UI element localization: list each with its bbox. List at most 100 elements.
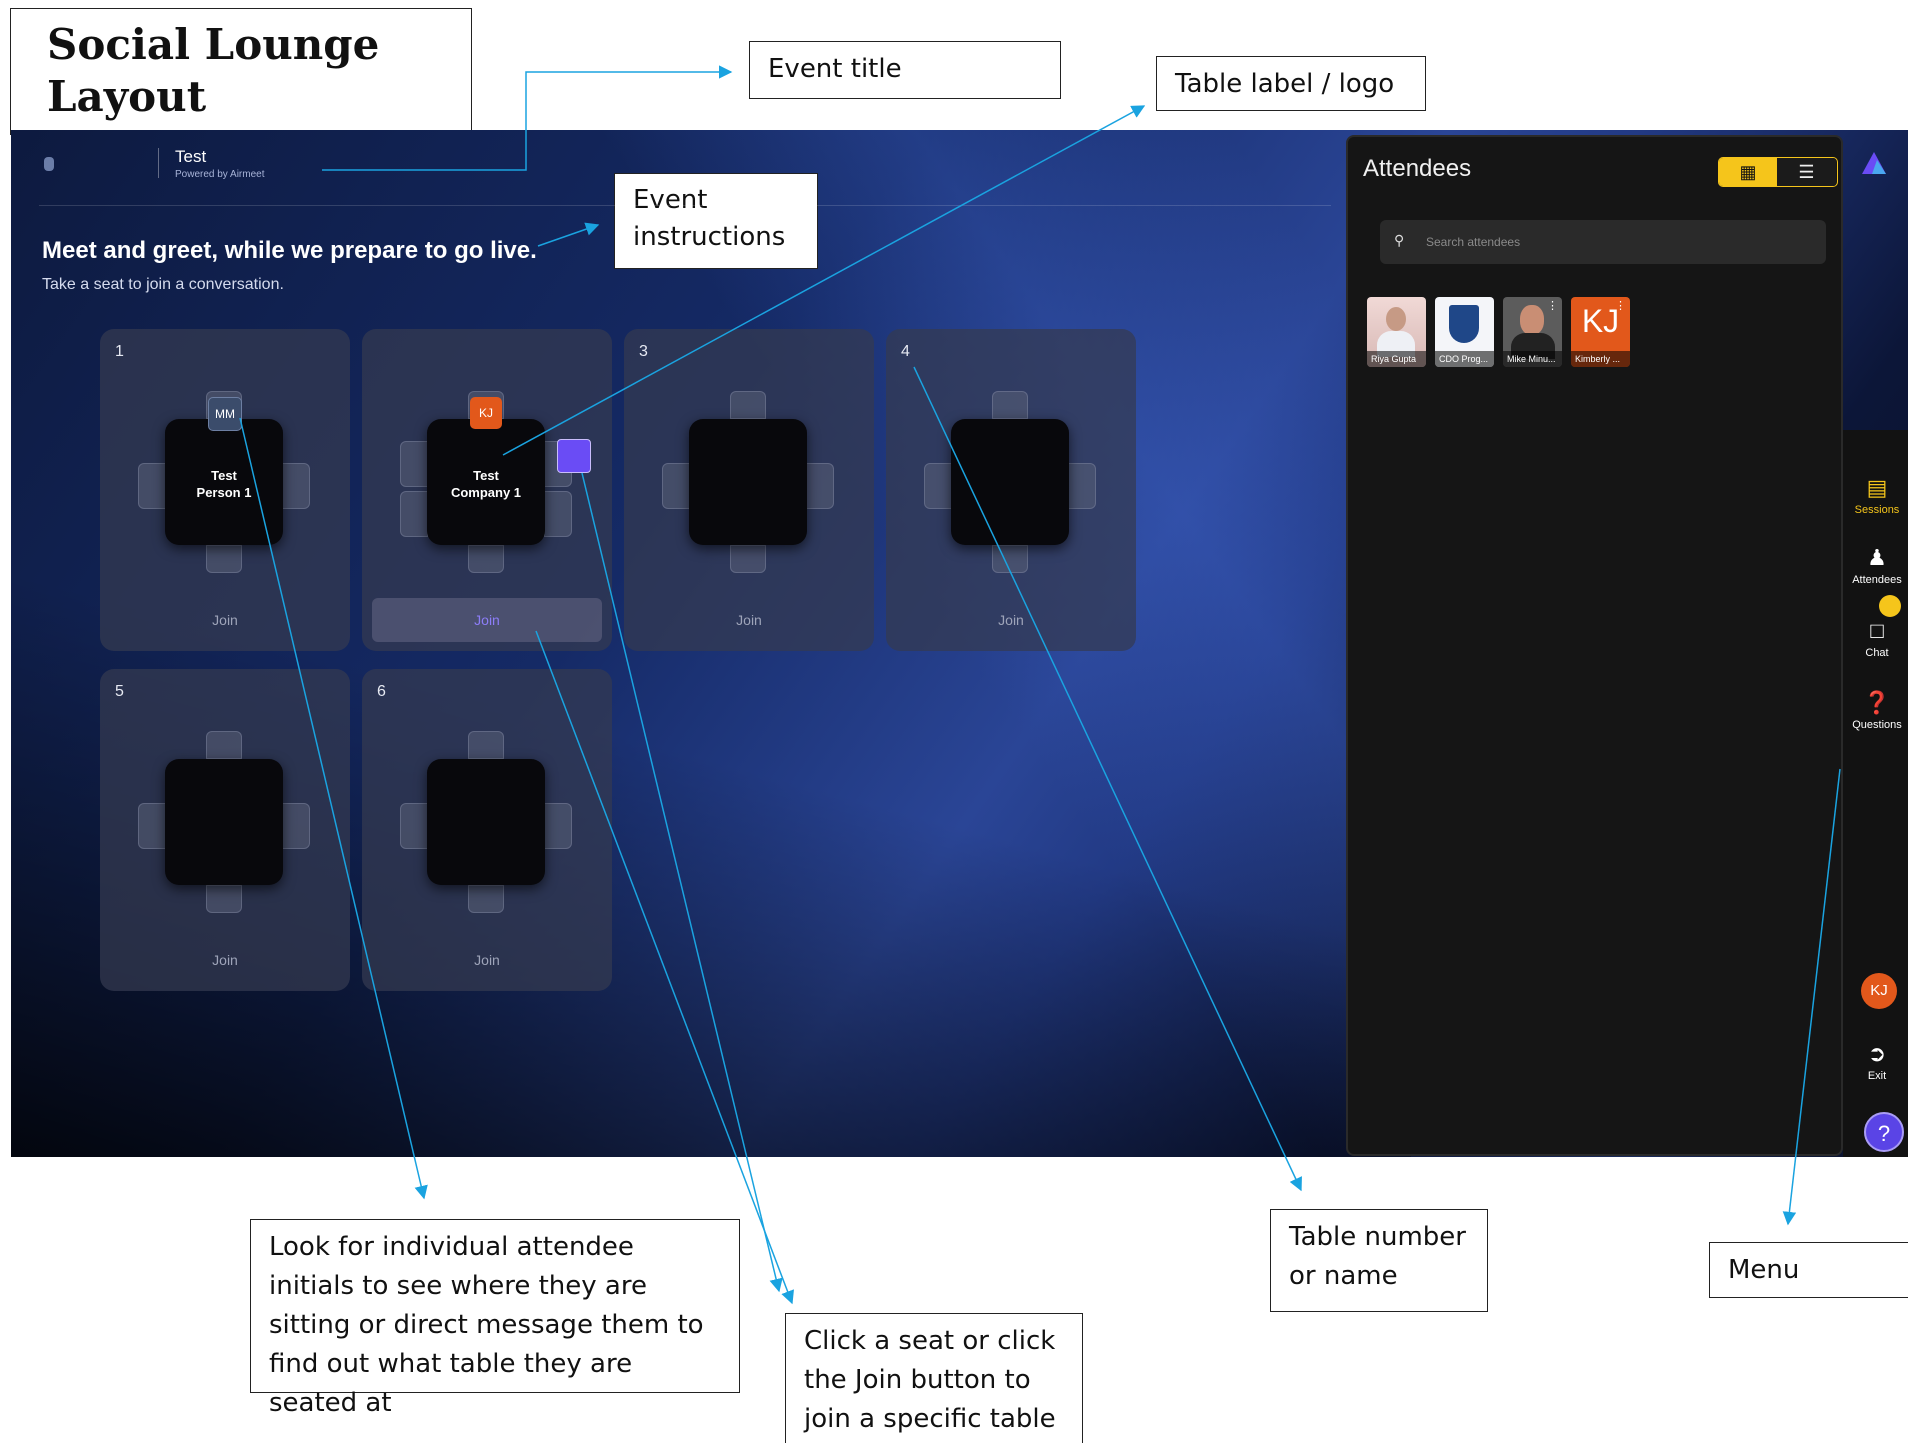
seat-top[interactable] bbox=[468, 731, 504, 759]
seat-left[interactable] bbox=[662, 463, 690, 509]
seat-top[interactable] bbox=[992, 391, 1028, 419]
seat-left-upper[interactable] bbox=[400, 441, 428, 487]
seat-bottom[interactable] bbox=[992, 545, 1028, 573]
table-surface: Test Company 1 bbox=[427, 419, 545, 545]
more-options-icon[interactable]: ⋮ bbox=[1615, 301, 1626, 312]
table-number: 5 bbox=[115, 683, 124, 700]
attendee-name: Kimberly ... bbox=[1571, 351, 1630, 367]
view-toggle[interactable]: ▦ ☰ bbox=[1718, 157, 1838, 187]
table-number: 3 bbox=[639, 343, 648, 360]
shield-logo-icon bbox=[1449, 305, 1479, 343]
table-card-5[interactable]: 5 Join bbox=[100, 669, 350, 991]
menu-item-sessions[interactable]: ▤ Sessions bbox=[1846, 475, 1908, 517]
table-surface bbox=[689, 419, 807, 545]
table-surface: Test Person 1 bbox=[165, 419, 283, 545]
attendees-panel-title: Attendees bbox=[1363, 155, 1472, 182]
airmeet-logo-icon bbox=[1862, 152, 1886, 174]
seat-left[interactable] bbox=[138, 803, 166, 849]
join-button[interactable]: Join bbox=[634, 598, 864, 642]
help-button[interactable]: ? bbox=[1864, 1112, 1904, 1152]
grid-view-icon[interactable]: ▦ bbox=[1719, 158, 1777, 186]
attendee-photo bbox=[1386, 307, 1406, 331]
join-button[interactable]: Join bbox=[896, 598, 1126, 642]
event-name: Test bbox=[175, 147, 207, 166]
exit-button[interactable]: ➲ Exit bbox=[1846, 1041, 1908, 1083]
user-avatar[interactable]: KJ bbox=[1861, 973, 1897, 1009]
seat-left[interactable] bbox=[138, 463, 166, 509]
seat-bottom[interactable] bbox=[730, 545, 766, 573]
seat-bottom[interactable] bbox=[468, 545, 504, 573]
table-card-3[interactable]: 3 Join bbox=[624, 329, 874, 651]
seat-top[interactable] bbox=[730, 391, 766, 419]
table-card-4[interactable]: 4 Join bbox=[886, 329, 1136, 651]
table-number: 6 bbox=[377, 683, 386, 700]
table-label: Test Person 1 bbox=[196, 468, 252, 500]
table-surface bbox=[951, 419, 1069, 545]
table-card-1[interactable]: 1 Test Person 1 MM Join bbox=[100, 329, 350, 651]
attendees-icon: ♟ bbox=[1867, 545, 1887, 570]
table-surface bbox=[165, 759, 283, 885]
seat-bottom[interactable] bbox=[206, 545, 242, 573]
table-surface bbox=[427, 759, 545, 885]
seat-right[interactable] bbox=[1068, 463, 1096, 509]
menu-item-attendees[interactable]: ♟ Attendees bbox=[1846, 545, 1908, 587]
event-logo-icon bbox=[44, 157, 54, 171]
attendee-tile[interactable]: ⋮ Mike Minu... bbox=[1503, 297, 1562, 367]
annotation-menu: Menu bbox=[1709, 1242, 1908, 1298]
exit-label: Exit bbox=[1867, 1070, 1887, 1082]
annotation-table-number-note: Table number or name bbox=[1270, 1209, 1488, 1312]
search-placeholder: Search attendees bbox=[1426, 235, 1521, 249]
attendee-name: Mike Minu... bbox=[1503, 351, 1562, 367]
menu-label: Questions bbox=[1852, 719, 1902, 731]
seat-bottom[interactable] bbox=[206, 885, 242, 913]
attendees-panel: Attendees ▦ ☰ ⚲ Search attendees Riya Gu… bbox=[1346, 135, 1843, 1156]
attendee-name: CDO Prog... bbox=[1435, 351, 1494, 367]
table-card-6[interactable]: 6 Join bbox=[362, 669, 612, 991]
seated-attendee-avatar[interactable]: KJ bbox=[470, 397, 502, 429]
seat-left-lower[interactable] bbox=[400, 491, 428, 537]
annotation-initials-note: Look for individual attendee initials to… bbox=[250, 1219, 740, 1418]
attendee-tile[interactable]: Riya Gupta bbox=[1367, 297, 1426, 367]
search-icon: ⚲ bbox=[1394, 232, 1405, 248]
seat-right[interactable] bbox=[806, 463, 834, 509]
join-button[interactable]: Join bbox=[372, 598, 602, 642]
header-divider bbox=[158, 148, 159, 178]
seated-attendee-avatar[interactable]: MM bbox=[208, 397, 242, 431]
attendee-tile[interactable]: KJ ⋮ Kimberly ... bbox=[1571, 297, 1630, 367]
chat-notification-badge bbox=[1879, 595, 1901, 617]
seat-right[interactable] bbox=[282, 463, 310, 509]
seat-top[interactable] bbox=[206, 731, 242, 759]
seat-right[interactable] bbox=[544, 803, 572, 849]
seat-bottom[interactable] bbox=[468, 885, 504, 913]
join-button[interactable]: Join bbox=[372, 938, 602, 982]
attendee-tile[interactable]: CDO Prog... bbox=[1435, 297, 1494, 367]
annotation-join-note: Click a seat or click the Join button to… bbox=[785, 1313, 1083, 1443]
seat-right[interactable] bbox=[282, 803, 310, 849]
annotation-event-instructions: Event instructions bbox=[614, 173, 818, 269]
lounge-headline: Meet and greet, while we prepare to go l… bbox=[42, 237, 537, 264]
attendee-name: Riya Gupta bbox=[1367, 351, 1426, 367]
table-label: Test Company 1 bbox=[450, 468, 522, 500]
questions-icon: ❓ bbox=[1863, 690, 1891, 715]
social-lounge-screenshot: Test Powered by Airmeet Meet and greet, … bbox=[11, 130, 1908, 1157]
table-number: 1 bbox=[115, 343, 124, 360]
more-options-icon[interactable]: ⋮ bbox=[1547, 301, 1558, 312]
menu-label: Sessions bbox=[1854, 504, 1900, 516]
menu-label: Attendees bbox=[1852, 574, 1902, 586]
header-separator bbox=[39, 205, 1331, 206]
menu-label: Chat bbox=[1865, 647, 1889, 659]
join-button[interactable]: Join bbox=[110, 598, 340, 642]
list-view-icon[interactable]: ☰ bbox=[1777, 158, 1836, 186]
join-button[interactable]: Join bbox=[110, 938, 340, 982]
menu-item-questions[interactable]: ❓ Questions bbox=[1846, 690, 1908, 732]
lounge-instruction: Take a seat to join a conversation. bbox=[42, 276, 284, 293]
seat-right-lower[interactable] bbox=[544, 491, 572, 537]
annotation-title: Social Lounge Layout bbox=[10, 8, 472, 135]
seat-left[interactable] bbox=[924, 463, 952, 509]
seat-left[interactable] bbox=[400, 803, 428, 849]
table-card-2[interactable]: Test Company 1 KJ Join bbox=[362, 329, 612, 651]
search-attendees-field[interactable]: ⚲ Search attendees bbox=[1380, 220, 1826, 264]
chat-icon: □ bbox=[1870, 618, 1884, 643]
annotation-table-label: Table label / logo bbox=[1156, 56, 1426, 111]
menu-item-chat[interactable]: □ Chat bbox=[1846, 618, 1908, 660]
